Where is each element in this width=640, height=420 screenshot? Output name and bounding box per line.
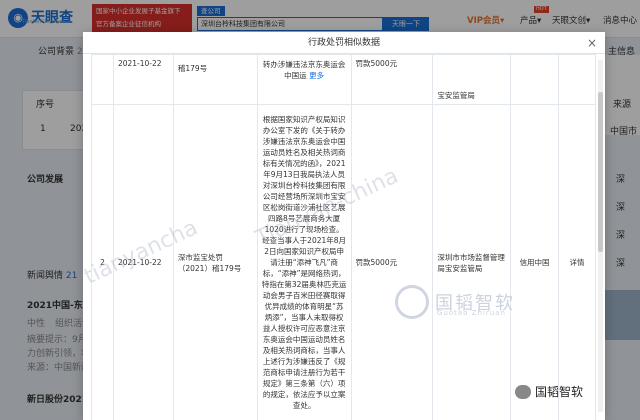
row-doc-no: 深市监宝处罚（2021）稽179号 xyxy=(172,104,258,420)
row-agency: 宝安监管局 xyxy=(432,54,512,105)
modal-scroll-thumb[interactable] xyxy=(598,92,603,252)
row-penalty: 罚款5000元 xyxy=(350,104,434,420)
row-detail-link[interactable]: 详情 xyxy=(558,104,596,420)
wechat-icon xyxy=(515,384,531,399)
row-description-text: 转办涉嫌违法京东奥运会中国运 xyxy=(262,60,346,80)
wechat-watermark: 国韬智软 xyxy=(515,383,583,400)
row-penalty: 罚款5000元 xyxy=(350,54,434,105)
row-date: 2021-10-22 xyxy=(112,54,174,105)
row-credit-source xyxy=(510,54,560,105)
wechat-watermark-label: 国韬智软 xyxy=(535,385,584,399)
row-no xyxy=(91,54,114,105)
row-description: 转办涉嫌违法京东奥运会中国运 更多 xyxy=(256,54,352,105)
row-detail[interactable] xyxy=(558,54,596,105)
close-icon[interactable]: × xyxy=(587,36,597,50)
row-agency: 深圳市市场监督管理局宝安监管局 xyxy=(432,104,512,420)
table-row: 2021-10-22 稽179号 转办涉嫌违法京东奥运会中国运 更多 罚款500… xyxy=(91,54,596,105)
row-credit-source[interactable]: 信用中国 xyxy=(510,104,560,420)
table-row: 2 2021-10-22 深市监宝处罚（2021）稽179号 根据国家知识产权局… xyxy=(91,104,596,420)
penalty-modal: 行政处罚相似数据 × 2021-10-22 稽179号 转办涉嫌违法京东奥运会中… xyxy=(83,32,605,420)
row-doc-no: 稽179号 xyxy=(172,54,258,105)
row-description: 根据国家知识产权局知识办公室下发的《关于转办涉嫌违法京东奥运会中国运动员姓名及相… xyxy=(256,104,352,420)
company-watermark: 国韬智软 Guotao Zhiruan xyxy=(395,285,515,319)
more-link[interactable]: 更多 xyxy=(309,71,324,80)
modal-title: 行政处罚相似数据 xyxy=(83,32,605,54)
company-watermark-en: Guotao Zhiruan xyxy=(437,309,506,317)
company-watermark-logo-icon xyxy=(395,285,429,319)
